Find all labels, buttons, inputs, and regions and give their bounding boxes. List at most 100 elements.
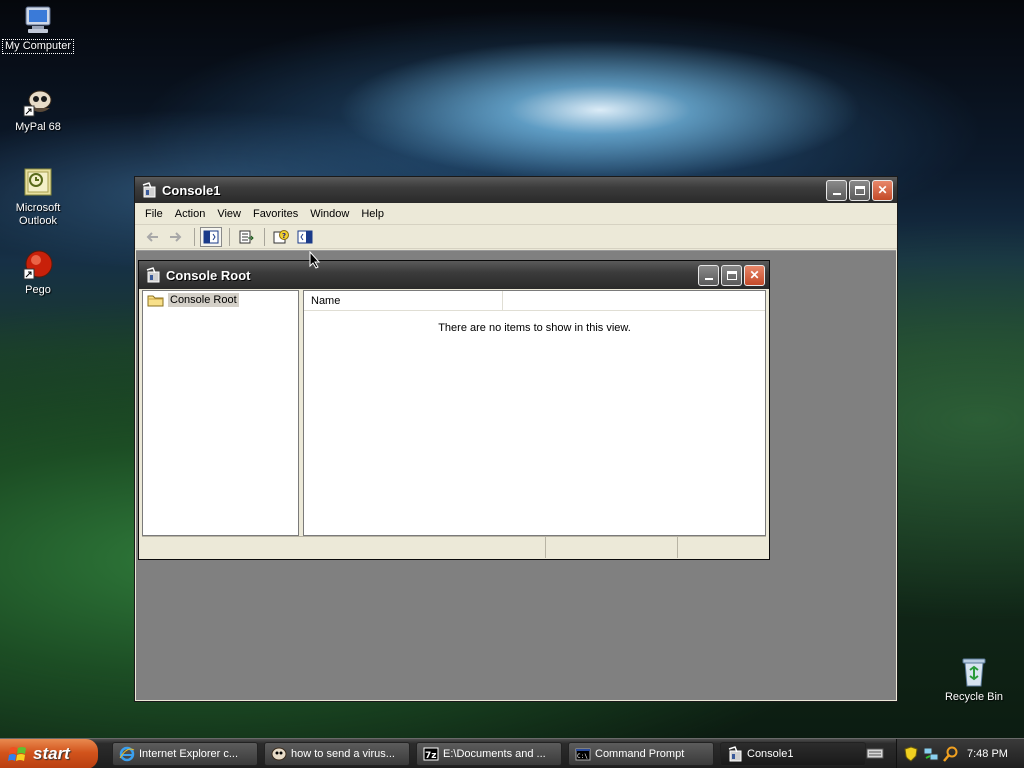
- minimize-icon: [704, 278, 713, 280]
- security-shield-icon[interactable]: [903, 746, 919, 762]
- taskbar-button-console1[interactable]: Console1: [720, 741, 866, 766]
- maximize-button[interactable]: [849, 179, 870, 201]
- computer-icon: [22, 4, 54, 36]
- mypal-browser-icon: [271, 747, 287, 760]
- search-icon[interactable]: [943, 746, 959, 762]
- toolbar-separator: [229, 227, 230, 246]
- mouse-cursor: [309, 250, 321, 272]
- menu-bar: File Action View Favorites Window Help: [135, 203, 897, 225]
- svg-text:C:\: C:\: [577, 753, 588, 760]
- list-header: Name: [304, 291, 765, 311]
- 7zip-icon: 7z: [423, 747, 439, 761]
- folder-icon: [147, 295, 164, 307]
- result-pane[interactable]: Name There are no items to show in this …: [303, 290, 766, 536]
- close-button[interactable]: ✕: [872, 179, 893, 201]
- start-button[interactable]: start: [0, 738, 98, 768]
- help-button[interactable]: ?: [270, 227, 292, 247]
- svg-text:?: ?: [282, 232, 286, 240]
- help-icon: ?: [273, 229, 289, 243]
- command-prompt-icon: C:\: [575, 748, 591, 760]
- menu-action[interactable]: Action: [169, 206, 212, 222]
- keyboard-icon[interactable]: [866, 746, 884, 763]
- status-segment: [546, 537, 678, 558]
- empty-list-message: There are no items to show in this view.: [438, 322, 631, 334]
- status-bar: [142, 536, 766, 558]
- task-label: E:\Documents and ...: [443, 747, 546, 760]
- internet-explorer-icon: [119, 746, 135, 761]
- console1-titlebar[interactable]: Console1 ✕: [135, 177, 897, 203]
- taskbar: start Internet Explorer c... how to send…: [0, 738, 1024, 768]
- window-title: Console1: [162, 182, 221, 198]
- outlook-icon: [22, 167, 54, 199]
- console-root-body: Console Root Name There are no items to …: [142, 290, 766, 536]
- start-label: start: [33, 743, 70, 763]
- export-list-button[interactable]: [235, 227, 257, 247]
- desktop-icon-pego[interactable]: Pego: [0, 249, 76, 297]
- taskbar-button-7zip[interactable]: 7z E:\Documents and ...: [416, 741, 562, 766]
- mmc-console-icon: [145, 267, 161, 283]
- menu-window[interactable]: Window: [304, 206, 355, 222]
- mmc-console-icon: [728, 745, 742, 761]
- desktop-icon-label: My Computer: [1, 39, 75, 54]
- tree-item-console-root[interactable]: Console Root: [147, 293, 239, 307]
- maximize-icon: [854, 185, 865, 195]
- mypal-browser-icon: [22, 86, 54, 118]
- menu-file[interactable]: File: [139, 206, 169, 222]
- svg-text:7z: 7z: [425, 751, 437, 761]
- taskbar-button-command-prompt[interactable]: C:\ Command Prompt: [568, 741, 714, 766]
- system-tray: 7:48 PM: [896, 739, 1024, 768]
- status-segment: [142, 537, 546, 558]
- desktop-icon-recycle-bin[interactable]: Recycle Bin: [936, 656, 1012, 704]
- desktop-icon-label: Recycle Bin: [944, 691, 1004, 703]
- back-arrow-icon: [146, 231, 158, 242]
- taskbar-button-internet-explorer[interactable]: Internet Explorer c...: [112, 741, 258, 766]
- recycle-bin-icon: [958, 656, 990, 688]
- task-label: Command Prompt: [595, 747, 685, 760]
- desktop-icon-my-computer[interactable]: My Computer: [0, 4, 76, 54]
- forward-arrow-icon: [170, 231, 182, 242]
- toolbar-separator: [194, 227, 195, 246]
- show-hide-console-tree-button[interactable]: [200, 226, 222, 247]
- menu-favorites[interactable]: Favorites: [247, 206, 304, 222]
- console-tree-icon: [203, 230, 219, 243]
- scope-pane[interactable]: Console Root: [142, 290, 299, 536]
- console-root-titlebar[interactable]: Console Root ✕: [139, 261, 769, 289]
- task-label: Internet Explorer c...: [139, 747, 239, 760]
- menu-view[interactable]: View: [211, 206, 247, 222]
- mmc-console-icon: [141, 182, 157, 198]
- toolbar: ?: [135, 225, 897, 249]
- taskbar-button-mypal[interactable]: how to send a virus...: [264, 741, 410, 766]
- desktop-icon-label: Pego: [25, 284, 51, 296]
- console-root-window[interactable]: Console Root ✕ Console Root Name There a…: [138, 260, 770, 560]
- column-header-name[interactable]: Name: [304, 291, 503, 310]
- export-list-icon: [239, 230, 254, 243]
- forward-button[interactable]: [165, 227, 187, 247]
- arrow-cursor-icon: [309, 250, 321, 269]
- tree-item-label: Console Root: [168, 293, 239, 307]
- maximize-button[interactable]: [721, 264, 742, 286]
- close-icon: ✕: [749, 268, 760, 282]
- show-hide-action-pane-button[interactable]: [294, 227, 316, 247]
- desktop-icon-outlook[interactable]: Microsoft Outlook: [0, 167, 76, 228]
- maximize-icon: [726, 270, 737, 280]
- close-button[interactable]: ✕: [744, 264, 765, 286]
- menu-help[interactable]: Help: [355, 206, 390, 222]
- desktop-icon-mypal[interactable]: MyPal 68: [0, 86, 76, 134]
- windows-logo-icon: [8, 746, 26, 761]
- window-title: Console Root: [166, 267, 251, 283]
- minimize-button[interactable]: [698, 264, 719, 286]
- clock[interactable]: 7:48 PM: [967, 748, 1008, 760]
- minimize-icon: [832, 193, 841, 195]
- network-icon[interactable]: [923, 746, 939, 762]
- action-pane-icon: [297, 230, 313, 243]
- status-segment: [678, 537, 766, 558]
- close-icon: ✕: [877, 183, 888, 197]
- desktop-icon-label: Microsoft Outlook: [15, 202, 61, 227]
- minimize-button[interactable]: [826, 179, 847, 201]
- column-header-label: Name: [311, 295, 341, 307]
- task-label: Console1: [747, 747, 794, 760]
- back-button[interactable]: [141, 227, 163, 247]
- desktop-icon-label: MyPal 68: [15, 121, 61, 133]
- pego-icon: [22, 249, 54, 281]
- toolbar-separator: [264, 227, 265, 246]
